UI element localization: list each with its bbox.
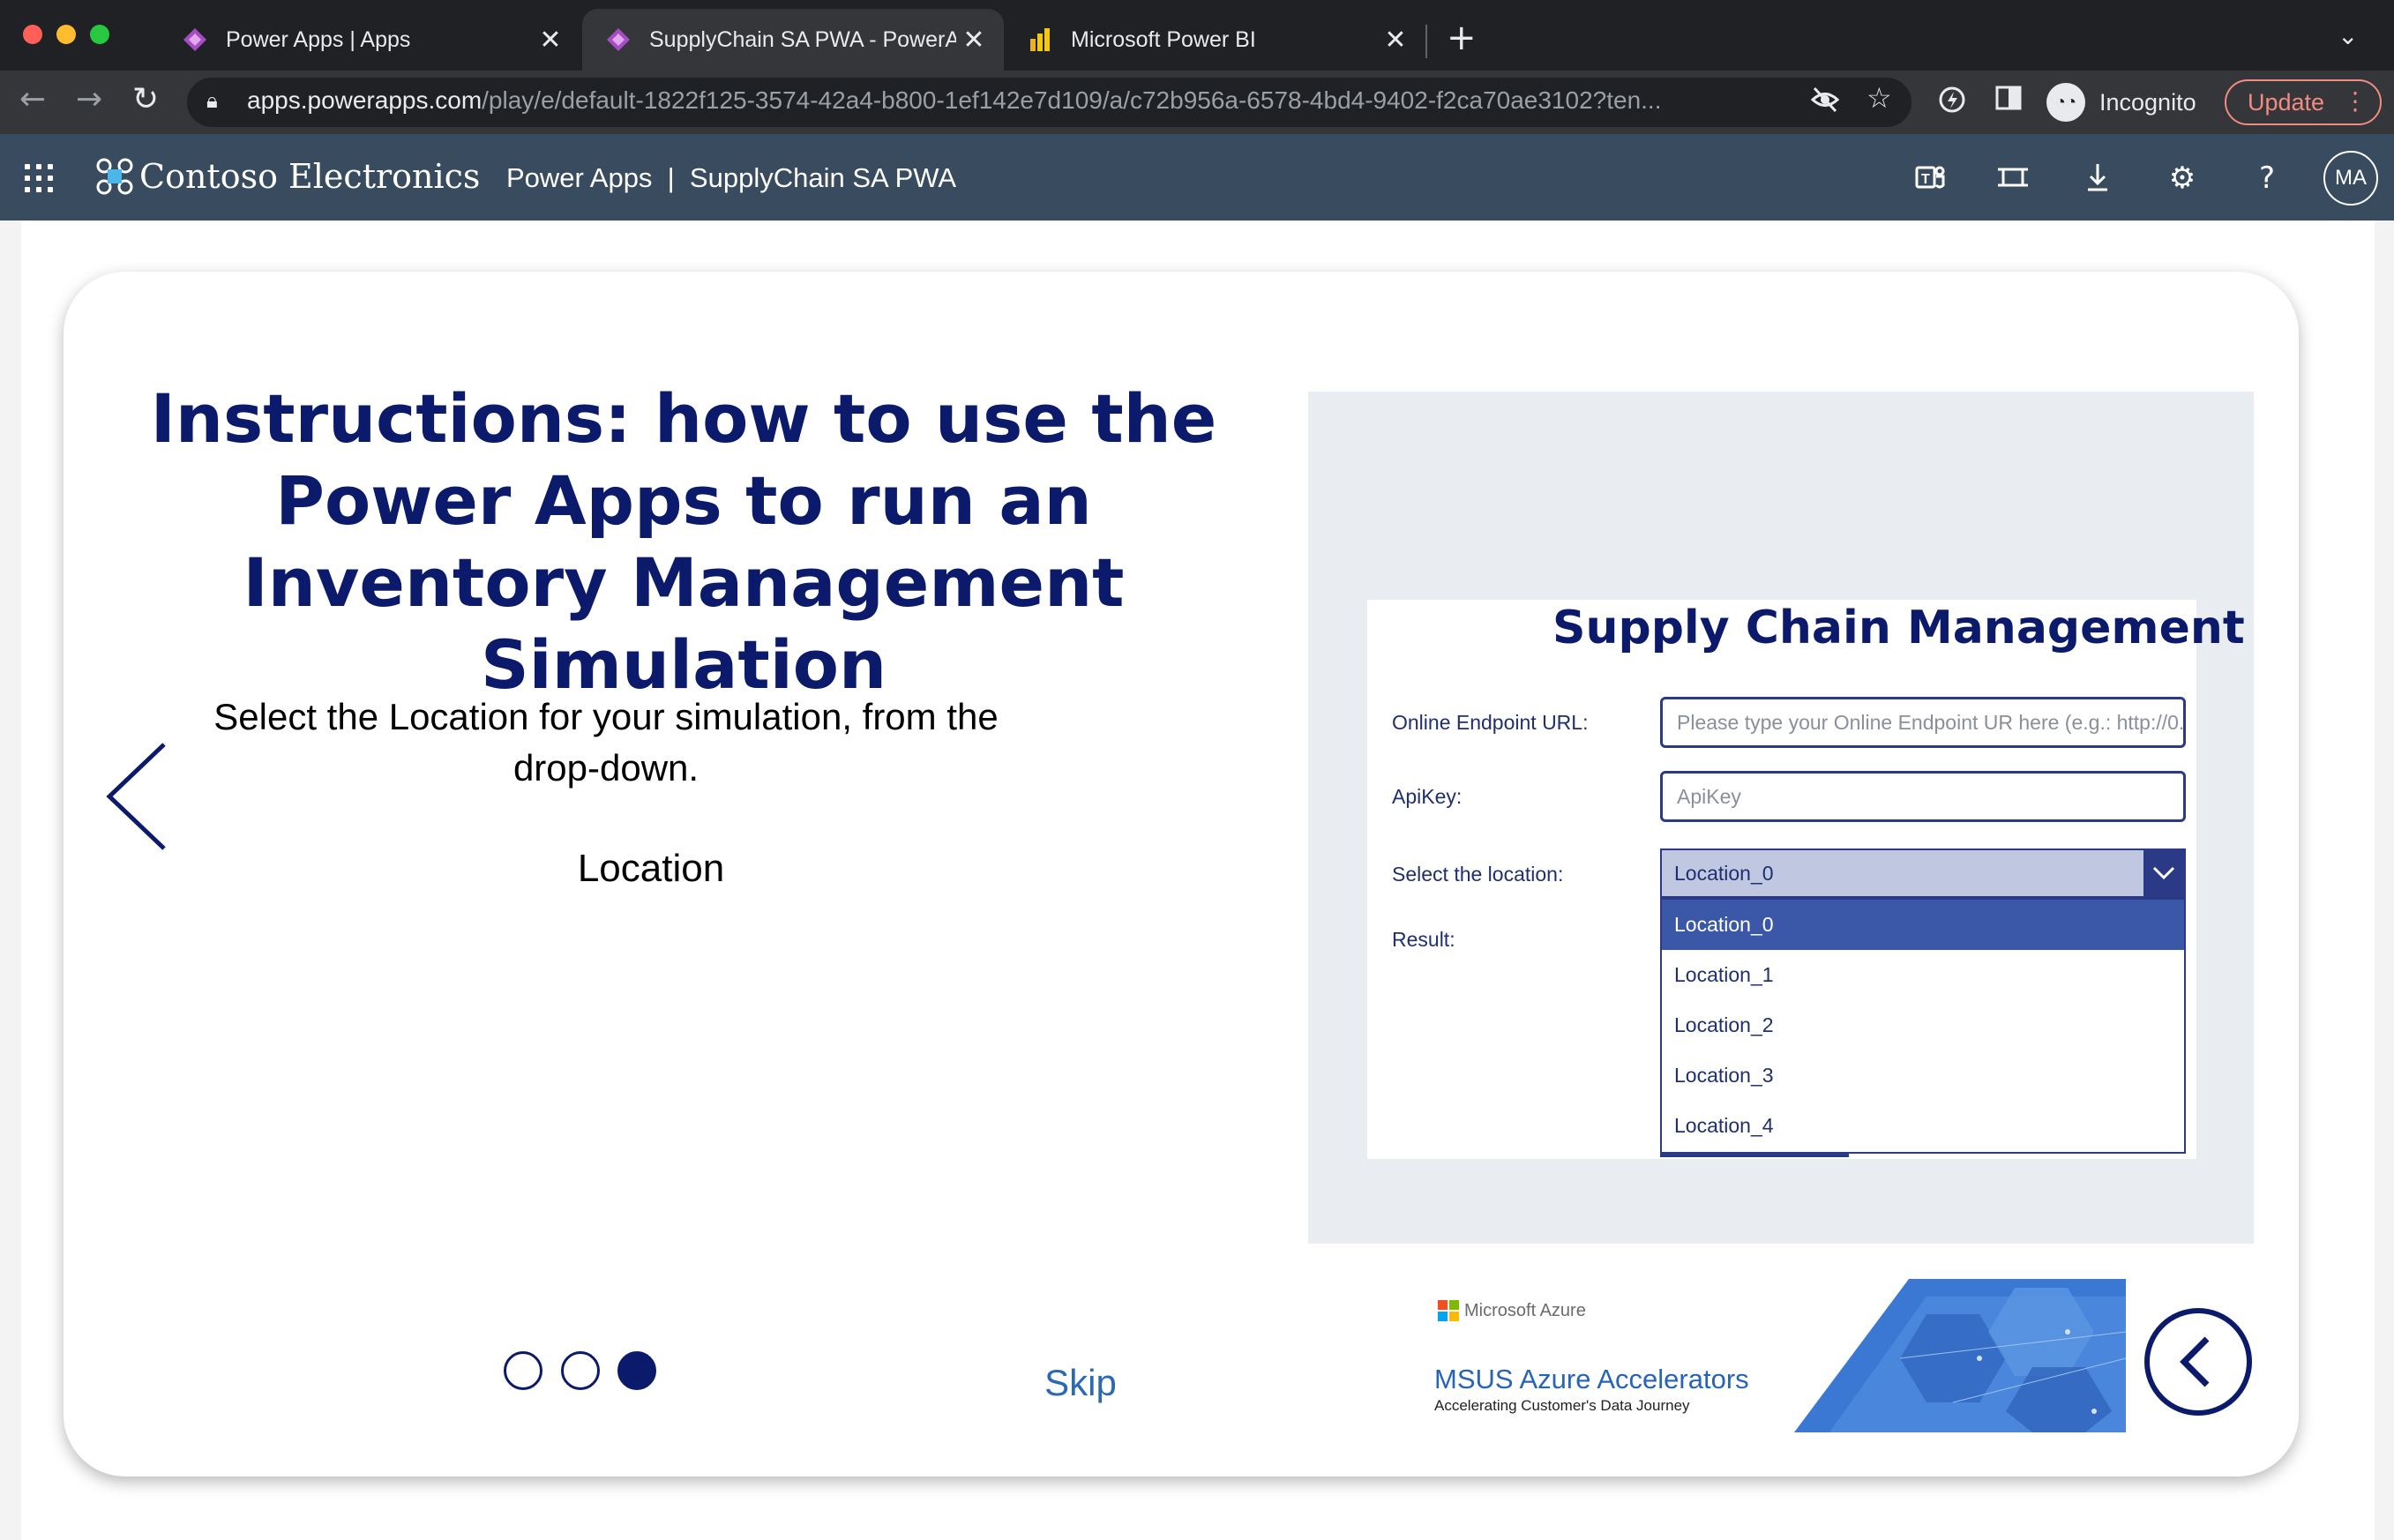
apikey-label: ApiKey: [1392, 785, 1463, 808]
browser-tab-power-apps[interactable]: Power Apps | Apps ✕ [159, 9, 580, 71]
power-bi-icon [1027, 26, 1053, 53]
dropdown-option: Location_4 [1674, 1114, 1774, 1137]
accelerators-subtitle: Accelerating Customer's Data Journey [1434, 1397, 1690, 1414]
endpoint-url-field: Please type your Online Endpoint UR here… [1660, 697, 2186, 748]
browser-tab-supplychain[interactable]: SupplyChain SA PWA - PowerA ✕ [582, 9, 1004, 71]
power-apps-icon [605, 26, 632, 53]
select-location-label: Select the location: [1392, 863, 1564, 886]
skip-link[interactable]: Skip [1032, 1362, 1129, 1404]
tab-close-icon[interactable]: ✕ [1378, 25, 1413, 56]
dropdown-option: Location_2 [1674, 1013, 1774, 1036]
apikey-field: ApiKey [1660, 771, 2186, 822]
microsoft-logo-icon [1438, 1300, 1459, 1321]
slide-description: Select the Location for your simulation,… [213, 696, 999, 789]
endpoint-url-label: Online Endpoint URL: [1392, 711, 1589, 734]
reload-icon[interactable]: ↻ [132, 81, 159, 117]
accelerators-title: MSUS Azure Accelerators [1434, 1364, 1749, 1394]
incognito-indicator[interactable]: ◔◔ Incognito [2046, 78, 2196, 127]
dropdown-option: Location_0 [1662, 900, 2184, 950]
previous-arrow-icon[interactable] [101, 739, 171, 854]
teams-icon[interactable]: T [1912, 161, 1948, 196]
download-icon[interactable] [2080, 161, 2115, 196]
lock-icon[interactable]: 🔒︎ [206, 88, 218, 113]
result-label: Result: [1392, 928, 1455, 951]
tab-separator [1425, 25, 1427, 58]
new-tab-icon[interactable]: + [1447, 18, 1477, 58]
browser-tab-power-bi[interactable]: Microsoft Power BI ✕ [1004, 9, 1425, 71]
microsoft-azure-label: Microsoft Azure [1464, 1300, 1586, 1320]
app-launcher-icon[interactable] [25, 164, 53, 192]
tab-search-chevron-icon[interactable]: ⌄ [2338, 21, 2358, 50]
breadcrumb: Power Apps | SupplyChain SA PWA [506, 162, 957, 193]
svg-text:T: T [1921, 172, 1930, 187]
side-panel-icon[interactable] [1995, 85, 2022, 118]
brand-name: Contoso Electronics [139, 157, 481, 196]
update-label: Update [2248, 88, 2325, 116]
help-icon[interactable]: ? [2249, 161, 2285, 196]
bookmark-star-icon[interactable]: ☆ [1867, 81, 1892, 115]
slide-heading: Instructions: how to use the Power Apps … [150, 379, 1217, 704]
contoso-logo-icon [96, 158, 133, 195]
settings-gear-icon[interactable]: ⚙ [2165, 161, 2200, 196]
incognito-label: Incognito [2099, 88, 2196, 116]
tab-close-icon[interactable]: ✕ [533, 25, 568, 56]
supply-chain-title: Supply Chain Management [1552, 602, 2245, 654]
update-button[interactable]: Update ⋮ [2225, 79, 2382, 125]
location-dropdown-value: Location_0 [1674, 861, 1774, 885]
location-dropdown: Location_0 [1660, 848, 2186, 898]
tracking-eye-off-icon[interactable] [1810, 85, 1840, 122]
zoom-window-button[interactable] [90, 25, 109, 44]
more-menu-icon[interactable]: ⋮ [2343, 86, 2368, 116]
close-window-button[interactable] [23, 25, 42, 44]
pager-dot-3[interactable] [617, 1351, 656, 1390]
tab-title: Microsoft Power BI [1071, 26, 1256, 52]
extension-icon[interactable] [1937, 85, 1967, 122]
tab-title: SupplyChain SA PWA - PowerA [649, 26, 956, 52]
dropdown-option: Location_3 [1674, 1064, 1774, 1087]
back-circle-button-icon[interactable] [2143, 1307, 2253, 1417]
canvas-gutter-left [0, 221, 21, 1540]
dropdown-option: Location_1 [1674, 963, 1774, 986]
forward-icon[interactable]: → [76, 81, 102, 117]
pager-dot-1[interactable] [504, 1351, 542, 1390]
address-url[interactable]: apps.powerapps.com/play/e/default-1822f1… [247, 86, 1661, 115]
pager-dot-2[interactable] [561, 1351, 600, 1390]
tab-title: Power Apps | Apps [226, 26, 411, 52]
azure-hexagon-banner [1794, 1279, 2126, 1432]
canvas-gutter-right [2375, 221, 2394, 1540]
browser-tab-bar: Power Apps | Apps ✕ SupplyChain SA PWA -… [0, 0, 2394, 71]
fit-to-screen-icon[interactable] [1995, 161, 2031, 196]
chevron-down-icon [2143, 850, 2184, 896]
back-icon[interactable]: ← [19, 81, 46, 117]
location-label: Location [577, 847, 725, 890]
brand[interactable]: Contoso Electronics [95, 157, 480, 196]
incognito-icon: ◔◔ [2046, 83, 2085, 122]
minimize-window-button[interactable] [56, 25, 76, 44]
microsoft-azure-logo: Microsoft Azure [1438, 1300, 1586, 1321]
tab-close-icon[interactable]: ✕ [956, 25, 991, 56]
location-dropdown-list: Location_0 Location_1 Location_2 Locatio… [1660, 898, 2186, 1154]
power-apps-icon [182, 26, 208, 53]
app-root: Power Apps | Apps ✕ SupplyChain SA PWA -… [0, 0, 2394, 1540]
avatar[interactable]: MA [2323, 151, 2378, 206]
